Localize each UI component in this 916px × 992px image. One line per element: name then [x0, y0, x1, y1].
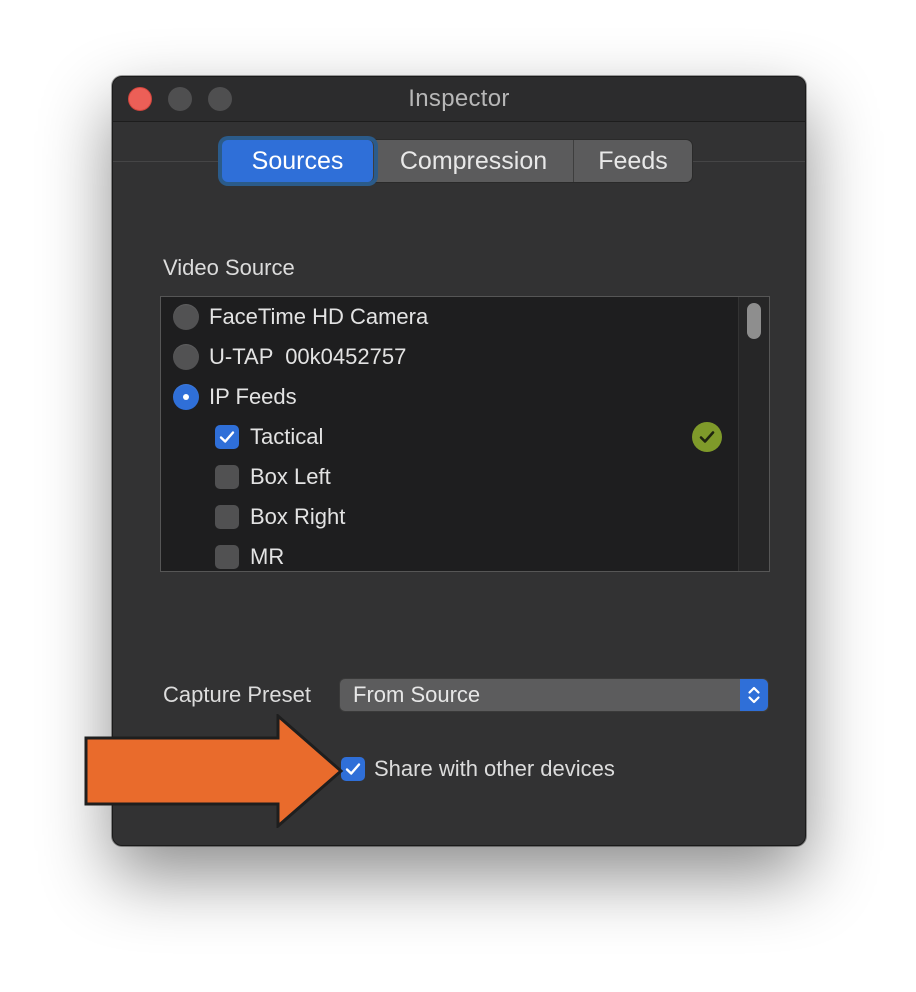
- capture-preset-value: From Source: [353, 682, 481, 707]
- feed-item-label: MR: [250, 544, 285, 569]
- checkmark-icon: [345, 763, 361, 775]
- tab-feeds[interactable]: Feeds: [574, 140, 692, 182]
- feed-item-label: Box Left: [250, 464, 331, 489]
- tab-compression[interactable]: Compression: [374, 140, 574, 182]
- source-item-label: IP Feeds: [209, 384, 297, 409]
- source-item-facetime[interactable]: FaceTime HD Camera: [161, 297, 737, 337]
- box-right-checkbox[interactable]: [215, 505, 239, 529]
- box-left-checkbox[interactable]: [215, 465, 239, 489]
- scrollbar-thumb[interactable]: [747, 303, 761, 339]
- title-bar[interactable]: Inspector: [113, 77, 805, 122]
- feed-item-box-right[interactable]: Box Right: [161, 497, 737, 537]
- select-stepper[interactable]: [740, 679, 768, 711]
- feed-item-tactical[interactable]: Tactical: [161, 417, 737, 457]
- source-item-ip-feeds[interactable]: IP Feeds: [161, 377, 737, 417]
- capture-preset-select[interactable]: From Source: [339, 678, 769, 712]
- tactical-checkbox[interactable]: [215, 425, 239, 449]
- utap-radio[interactable]: [173, 344, 199, 370]
- source-item-label: U-TAP 00k0452757: [209, 344, 407, 369]
- tab-sources[interactable]: Sources: [222, 140, 374, 182]
- mr-checkbox[interactable]: [215, 545, 239, 569]
- feed-item-box-left[interactable]: Box Left: [161, 457, 737, 497]
- video-source-list: FaceTime HD Camera U-TAP 00k0452757 IP F…: [160, 296, 770, 572]
- video-source-label: Video Source: [163, 255, 295, 280]
- list-scrollbar[interactable]: [738, 297, 769, 571]
- share-checkbox[interactable]: [341, 757, 365, 781]
- arrow-annotation-icon: [84, 714, 344, 828]
- source-item-label: FaceTime HD Camera: [209, 304, 429, 329]
- feed-item-mr[interactable]: MR: [161, 537, 737, 571]
- feed-item-label: Box Right: [250, 504, 346, 529]
- facetime-radio[interactable]: [173, 304, 199, 330]
- source-item-utap[interactable]: U-TAP 00k0452757: [161, 337, 737, 377]
- capture-preset-label: Capture Preset: [163, 682, 311, 707]
- share-label[interactable]: Share with other devices: [374, 756, 615, 782]
- tab-bar: Sources Compression Feeds: [221, 139, 693, 183]
- ip-feeds-radio[interactable]: [173, 384, 199, 410]
- checkmark-icon: [219, 431, 235, 443]
- feed-item-label: Tactical: [250, 424, 324, 449]
- window-title: Inspector: [408, 85, 510, 112]
- checkmark-circle-icon: [692, 422, 722, 452]
- chevron-up-down-icon: [748, 686, 760, 704]
